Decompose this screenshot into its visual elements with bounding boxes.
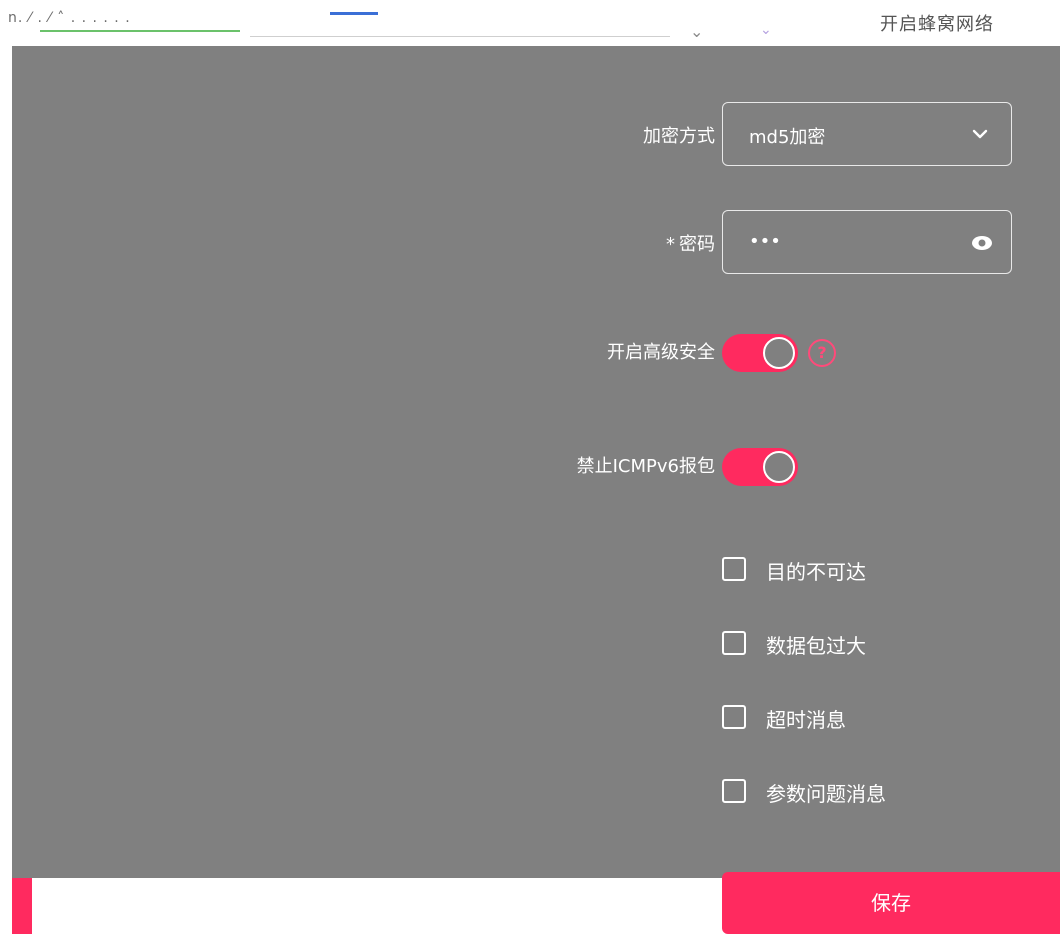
encryption-value: md5加密 xyxy=(749,127,826,148)
advanced-security-toggle[interactable] xyxy=(722,334,798,372)
help-icon[interactable]: ? xyxy=(808,339,836,367)
password-input[interactable]: ••• xyxy=(722,210,1012,274)
advanced-security-label: 开启高级安全 xyxy=(607,342,715,363)
checkbox-label: 目的不可达 xyxy=(766,560,866,584)
save-button[interactable]: 保存 xyxy=(722,872,1060,934)
password-label-text: 密码 xyxy=(679,234,715,255)
divider xyxy=(250,36,670,37)
top-header: n. ⁄ . ⁄ ˄ . . . . . . ⌄ ⌄ 开启蜂窝网络 xyxy=(0,0,1060,46)
encryption-label: 加密方式 xyxy=(643,126,715,147)
icmpv6-toggle[interactable] xyxy=(722,448,798,486)
checkbox-label: 超时消息 xyxy=(766,708,846,732)
caret-icon: ⌄ xyxy=(690,22,704,41)
icmpv6-label: 禁止ICMPv6报包 xyxy=(576,456,715,477)
left-accent-bar xyxy=(12,878,32,934)
active-tab-indicator xyxy=(330,12,378,15)
toggle-knob xyxy=(763,451,795,483)
breadcrumb: n. ⁄ . ⁄ ˄ . . . . . . xyxy=(8,10,131,26)
checkbox-box[interactable] xyxy=(722,631,746,655)
checkbox-box[interactable] xyxy=(722,779,746,803)
password-value: ••• xyxy=(749,231,781,252)
encryption-select[interactable]: md5加密 xyxy=(722,102,1012,166)
checkbox-box[interactable] xyxy=(722,705,746,729)
required-mark: * xyxy=(666,234,675,255)
settings-panel: 加密方式 md5加密 *密码 ••• 开启高级安全 ? 禁止ICMPv6报包 xyxy=(12,46,1060,878)
tab-indicator xyxy=(40,30,240,32)
checkbox-label: 数据包过大 xyxy=(766,634,866,658)
toggle-knob xyxy=(763,337,795,369)
password-label: * 密码 xyxy=(666,230,715,256)
checkbox-label: 参数问题消息 xyxy=(766,782,886,806)
checkbox-box[interactable] xyxy=(722,557,746,581)
chevron-down-icon xyxy=(972,129,988,139)
eye-icon[interactable] xyxy=(971,233,993,253)
caret-icon: ⌄ xyxy=(760,22,772,38)
page-title: 开启蜂窝网络 xyxy=(880,14,994,35)
